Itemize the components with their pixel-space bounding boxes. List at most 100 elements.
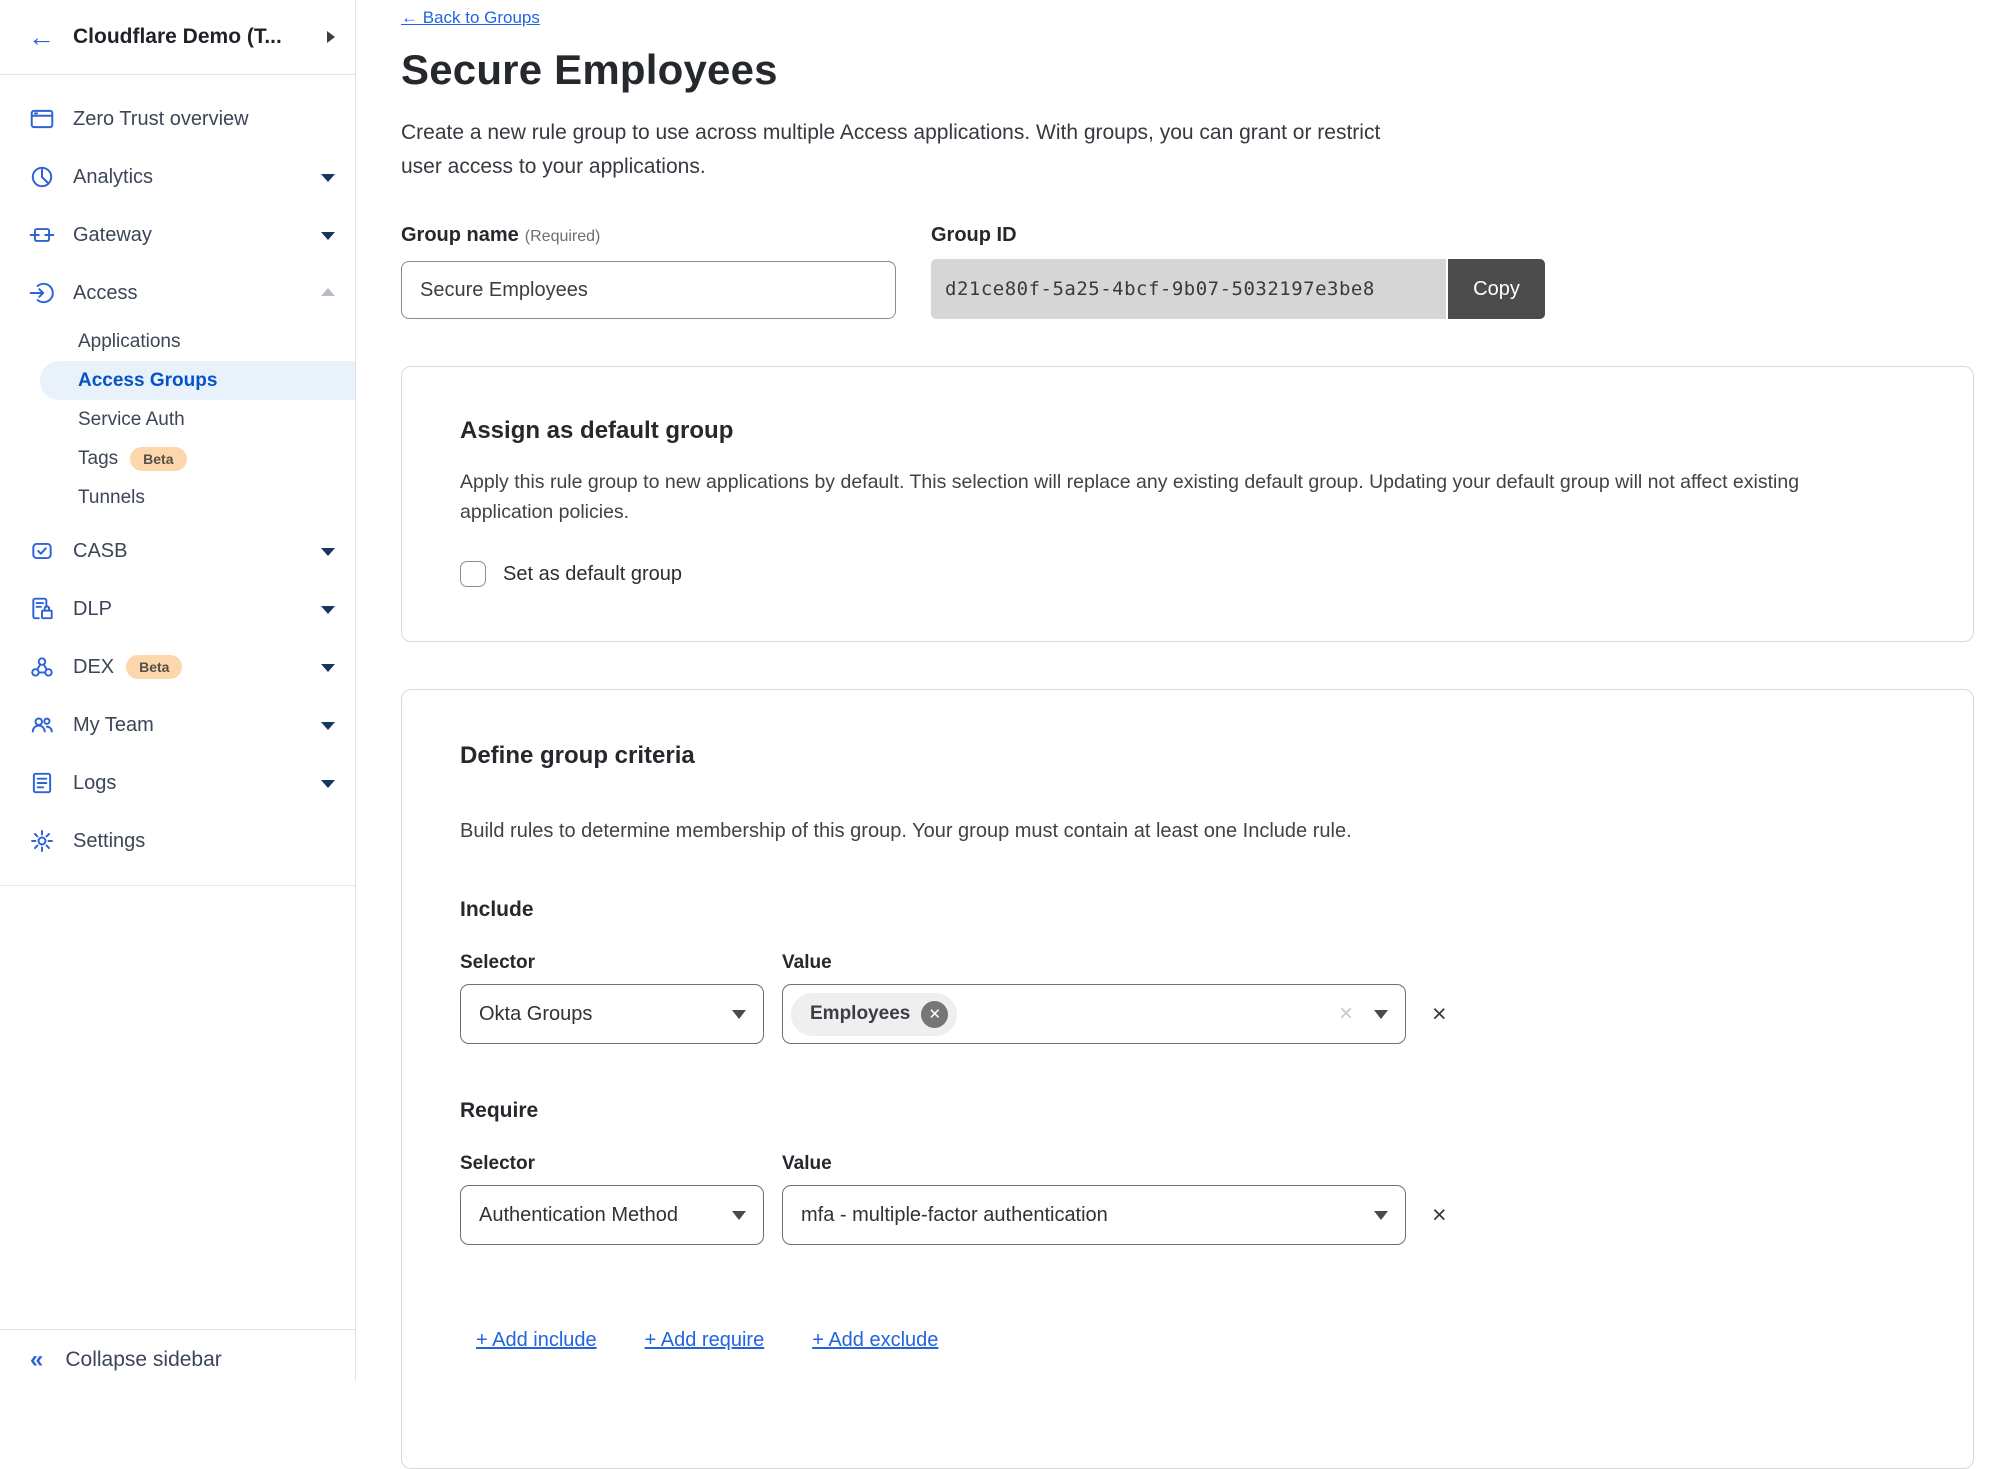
require-value: mfa - multiple-factor authentication <box>801 1204 1108 1227</box>
gateway-icon <box>28 222 55 249</box>
add-include-link[interactable]: + Add include <box>476 1329 597 1352</box>
include-selector-dropdown[interactable]: Okta Groups <box>460 984 764 1044</box>
sidebar: ← Cloudflare Demo (T... Zero Trust overv… <box>0 0 356 1381</box>
chevron-right-icon[interactable] <box>327 31 335 43</box>
sidebar-item-label: Tunnels <box>78 487 145 509</box>
chevron-down-icon <box>321 174 335 182</box>
sidebar-item-label: DEX <box>73 656 114 679</box>
network-nodes-icon <box>28 654 55 681</box>
sidebar-item-access-groups[interactable]: Access Groups <box>40 361 355 400</box>
group-name-label: Group name <box>401 224 519 246</box>
sidebar-item-label: Access Groups <box>78 370 217 392</box>
collapse-sidebar-button[interactable]: « Collapse sidebar <box>0 1329 355 1389</box>
add-exclude-link[interactable]: + Add exclude <box>812 1329 938 1352</box>
group-id-value: d21ce80f-5a25-4bcf-9b07-5032197e3be8 <box>931 259 1446 319</box>
sidebar-item-label: Applications <box>78 331 180 353</box>
require-selector-value: Authentication Method <box>479 1204 678 1227</box>
set-default-group-checkbox[interactable] <box>460 561 486 587</box>
chevron-down-icon <box>321 664 335 672</box>
sidebar-header: ← Cloudflare Demo (T... <box>0 0 355 75</box>
copy-button[interactable]: Copy <box>1448 259 1545 319</box>
browser-window-icon <box>28 106 55 133</box>
sidebar-item-label: DLP <box>73 598 112 621</box>
chevron-down-icon <box>1374 1211 1388 1220</box>
sidebar-item-gateway[interactable]: Gateway <box>0 206 355 264</box>
sidebar-item-casb[interactable]: CASB <box>0 522 355 580</box>
require-rule-row: Authentication Method mfa - multiple-fac… <box>460 1185 1915 1245</box>
include-rule-row: Okta Groups Employees ✕ × × <box>460 984 1915 1044</box>
main-content: ← Back to Groups Secure Employees Create… <box>357 0 1999 1381</box>
group-name-id-row: Group name (Required) Group ID d21ce80f-5… <box>401 224 1973 319</box>
sidebar-item-dlp[interactable]: DLP <box>0 580 355 638</box>
sidebar-item-label: My Team <box>73 714 154 737</box>
sidebar-item-label: Access <box>73 282 137 305</box>
chevron-down-icon <box>321 548 335 556</box>
include-value-multiselect[interactable]: Employees ✕ × <box>782 984 1406 1044</box>
document-lock-icon <box>28 596 55 623</box>
chevron-down-icon <box>321 722 335 730</box>
sidebar-item-zero-trust-overview[interactable]: Zero Trust overview <box>0 90 355 148</box>
beta-badge: Beta <box>126 655 182 679</box>
require-value-dropdown[interactable]: mfa - multiple-factor authentication <box>782 1185 1406 1245</box>
include-value-label: Value <box>782 952 832 974</box>
criteria-card: Define group criteria Build rules to det… <box>401 689 1974 1469</box>
require-selector-label: Selector <box>460 1153 782 1175</box>
people-icon <box>28 712 55 739</box>
sidebar-item-settings[interactable]: Settings <box>0 812 355 870</box>
sidebar-item-label: Tags <box>78 448 118 470</box>
sidebar-item-label: Settings <box>73 830 145 853</box>
chevron-down-icon <box>321 232 335 240</box>
page-description: Create a new rule group to use across mu… <box>401 116 1381 184</box>
remove-include-rule-icon[interactable]: × <box>1432 1002 1447 1027</box>
back-arrow-icon[interactable]: ← <box>28 24 55 51</box>
set-default-group-option[interactable]: Set as default group <box>460 561 1915 587</box>
chevron-down-icon <box>321 606 335 614</box>
set-default-group-label: Set as default group <box>503 563 682 586</box>
account-title: Cloudflare Demo (T... <box>73 25 319 49</box>
pie-chart-icon <box>28 164 55 191</box>
sidebar-item-label: Gateway <box>73 224 152 247</box>
sidebar-item-tunnels[interactable]: Tunnels <box>0 478 355 517</box>
sidebar-item-my-team[interactable]: My Team <box>0 696 355 754</box>
sidebar-item-label: CASB <box>73 540 127 563</box>
remove-chip-icon[interactable]: ✕ <box>921 1001 948 1028</box>
log-list-icon <box>28 770 55 797</box>
double-chevron-left-icon: « <box>30 1346 43 1374</box>
require-selector-dropdown[interactable]: Authentication Method <box>460 1185 764 1245</box>
beta-badge: Beta <box>130 447 186 471</box>
remove-require-rule-icon[interactable]: × <box>1432 1203 1447 1228</box>
sidebar-item-label: Service Auth <box>78 409 185 431</box>
value-chip: Employees ✕ <box>791 993 957 1036</box>
gear-icon <box>28 828 55 855</box>
access-icon <box>28 280 55 307</box>
collapse-sidebar-label: Collapse sidebar <box>65 1348 221 1372</box>
sidebar-item-access[interactable]: Access <box>0 264 355 322</box>
criteria-card-title: Define group criteria <box>460 742 1915 770</box>
back-to-groups-link[interactable]: ← Back to Groups <box>401 8 540 28</box>
chevron-down-icon <box>321 780 335 788</box>
sidebar-item-applications[interactable]: Applications <box>0 322 355 361</box>
group-id-label: Group ID <box>931 224 1545 247</box>
add-require-link[interactable]: + Add require <box>645 1329 765 1352</box>
casb-icon <box>28 538 55 565</box>
sidebar-item-service-auth[interactable]: Service Auth <box>0 400 355 439</box>
criteria-card-description: Build rules to determine membership of t… <box>460 820 1915 843</box>
clear-values-icon[interactable]: × <box>1339 1000 1353 1028</box>
default-group-card: Assign as default group Apply this rule … <box>401 366 1974 642</box>
require-heading: Require <box>460 1099 1915 1123</box>
required-hint: (Required) <box>525 228 601 245</box>
group-name-input[interactable] <box>401 261 896 319</box>
sidebar-item-logs[interactable]: Logs <box>0 754 355 812</box>
require-value-label: Value <box>782 1153 832 1175</box>
sidebar-item-analytics[interactable]: Analytics <box>0 148 355 206</box>
default-group-card-description: Apply this rule group to new application… <box>460 467 1880 527</box>
sidebar-item-label: Logs <box>73 772 116 795</box>
sidebar-item-tags[interactable]: Tags Beta <box>0 439 355 478</box>
group-name-label-row: Group name (Required) <box>401 224 896 247</box>
page-title: Secure Employees <box>401 46 1973 94</box>
chevron-down-icon <box>1374 1010 1388 1019</box>
sidebar-item-dex[interactable]: DEX Beta <box>0 638 355 696</box>
chevron-up-icon <box>321 288 335 296</box>
sidebar-nav: Zero Trust overview Analytics Gateway Ac… <box>0 75 355 886</box>
chevron-down-icon <box>732 1010 746 1019</box>
